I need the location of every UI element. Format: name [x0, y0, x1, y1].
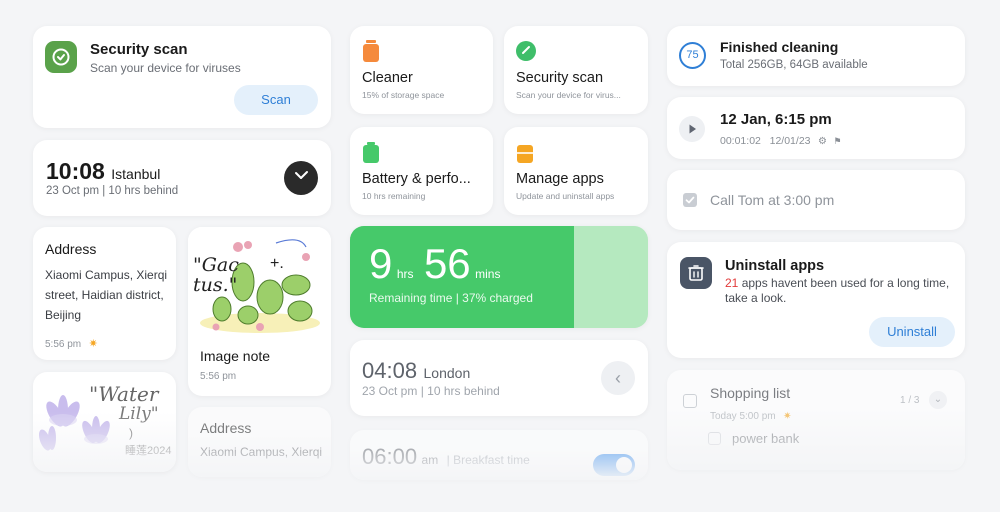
clock-city: Istanbul: [111, 166, 161, 182]
recording-card[interactable]: 12 Jan, 6:15 pm 00:01:02 12/01/23 ⚙ ⚑: [667, 97, 965, 159]
clock-time: 10:08: [46, 158, 105, 184]
shopping-meta-row: Today 5:00 pm ✷: [710, 406, 791, 424]
security-scan-title: Security scan: [90, 41, 188, 58]
app-box-icon: [517, 145, 533, 163]
uninstall-count: 21: [725, 276, 739, 290]
address-time-row: 5:56 pm ✷: [45, 334, 98, 352]
chevron-down-icon[interactable]: ⌄: [929, 391, 947, 409]
cleaner-tile[interactable]: Cleaner 15% of storage space: [350, 26, 493, 114]
water-lily-line-4: 睡莲2024: [125, 445, 172, 457]
water-lily-line-1: "Water: [89, 382, 159, 406]
play-icon[interactable]: [679, 116, 705, 142]
world-clock-london-card[interactable]: 04:08 London 23 Oct pm | 10 hrs behind ‹: [350, 340, 648, 416]
scan-button[interactable]: Scan: [234, 85, 318, 115]
cleaning-title: Finished cleaning: [720, 39, 839, 55]
todo-text: Call Tom at 3:00 pm: [710, 192, 835, 208]
shopping-item-checkbox[interactable]: [708, 432, 721, 445]
address-2-body: Xiaomi Campus, Xierqi: [200, 445, 323, 459]
cactus-sketch: "Gac tus." +.: [188, 227, 331, 335]
security-scan-tile[interactable]: Security scan Scan your device for virus…: [504, 26, 648, 114]
shield-check-icon: [516, 41, 536, 61]
security-tile-subtitle: Scan your device for virus...: [516, 90, 621, 100]
shopping-item-text: power bank: [732, 431, 800, 446]
shopping-meta: Today 5:00 pm: [710, 411, 776, 422]
uninstall-apps-card[interactable]: Uninstall apps 21 apps havent been used …: [667, 242, 965, 358]
address-note-card[interactable]: Address Xiaomi Campus, Xierqi street, Ha…: [33, 227, 176, 360]
cleaning-score-ring: 75: [679, 42, 706, 69]
cleaner-title: Cleaner: [362, 70, 413, 86]
alarm-toggle[interactable]: [593, 454, 635, 476]
address-2-heading: Address: [200, 420, 252, 436]
clock-time-row: 10:08 Istanbul: [46, 158, 160, 185]
trash-icon: [363, 40, 379, 62]
uninstall-description: 21 apps havent been used for a long time…: [725, 276, 955, 306]
manage-apps-title: Manage apps: [516, 171, 604, 187]
analog-clock-icon: [284, 161, 318, 195]
cleaner-subtitle: 15% of storage space: [362, 90, 445, 100]
battery-remaining-widget[interactable]: 9 hrs 56 mins Remaining time | 37% charg…: [350, 226, 648, 328]
recording-meta: 00:01:02 12/01/23: [720, 135, 811, 147]
uninstall-button[interactable]: Uninstall: [869, 317, 955, 347]
shopping-checkbox[interactable]: [683, 394, 697, 408]
sun-icon: ✷: [783, 411, 792, 422]
battery-minutes: 56: [423, 240, 471, 287]
address-time: 5:56 pm: [45, 339, 82, 350]
battery-performance-tile[interactable]: Battery & perfo... 10 hrs remaining: [350, 127, 493, 215]
water-lily-line-3: ): [129, 426, 133, 440]
image-note-time: 5:56 pm: [200, 371, 237, 382]
trash-bin-icon: [680, 257, 712, 289]
shopping-title: Shopping list: [710, 385, 791, 401]
recording-meta-row: 00:01:02 12/01/23 ⚙ ⚑: [720, 131, 841, 149]
london-city: London: [423, 365, 471, 381]
gear-icon: ⚙: [817, 136, 827, 147]
battery-icon: [363, 142, 379, 163]
recording-title: 12 Jan, 6:15 pm: [720, 111, 832, 128]
water-lily-note-card[interactable]: "Water Lily" ) 睡莲2024: [33, 372, 176, 472]
battery-time-row: 9 hrs 56 mins: [369, 240, 500, 288]
image-note-title: Image note: [200, 348, 271, 364]
battery-minutes-unit: mins: [475, 267, 501, 281]
uninstall-text: apps havent been used for a long time, t…: [725, 276, 950, 305]
alarm-time-row: 06:00 am | Breakfast time: [362, 444, 530, 470]
manage-apps-tile[interactable]: Manage apps Update and uninstall apps: [504, 127, 648, 215]
sun-icon: ✷: [88, 338, 98, 350]
battery-tile-title: Battery & perfo...: [362, 171, 471, 187]
flag-icon: ⚑: [833, 136, 842, 146]
alarm-label: | Breakfast time: [446, 453, 530, 467]
address-note-card-2[interactable]: Address Xiaomi Campus, Xierqi: [188, 407, 331, 477]
shopping-counter: 1 / 3: [900, 395, 920, 406]
battery-caption: Remaining time | 37% charged: [369, 291, 533, 305]
battery-hours: 9: [369, 240, 393, 287]
image-note-card[interactable]: "Gac tus." +. Image note 5:56 pm: [188, 227, 331, 396]
alarm-card[interactable]: 06:00 am | Breakfast time: [350, 430, 648, 480]
london-detail: 23 Oct pm | 10 hrs behind: [362, 384, 500, 398]
chevron-left-icon[interactable]: ‹: [601, 361, 635, 395]
world-clock-istanbul-card[interactable]: 10:08 Istanbul 23 Oct pm | 10 hrs behind: [33, 140, 331, 216]
security-tile-title: Security scan: [516, 70, 604, 86]
todo-card[interactable]: Call Tom at 3:00 pm: [667, 170, 965, 230]
clock-detail: 23 Oct pm | 10 hrs behind: [46, 185, 179, 197]
alarm-ampm: am: [421, 453, 439, 467]
checkbox-checked-icon[interactable]: [683, 193, 697, 207]
security-scan-subtitle: Scan your device for viruses: [90, 61, 241, 75]
cleaning-subtitle: Total 256GB, 64GB available: [720, 59, 868, 71]
uninstall-title: Uninstall apps: [725, 258, 825, 274]
sketch-handwriting: "Gac tus.": [193, 254, 239, 296]
manage-apps-subtitle: Update and uninstall apps: [516, 191, 615, 201]
sketch-mark: +.: [270, 255, 284, 272]
london-time-row: 04:08 London: [362, 358, 470, 384]
battery-hours-unit: hrs: [396, 267, 414, 281]
alarm-time: 06:00: [362, 444, 418, 469]
water-lily-line-2: Lily": [119, 404, 159, 424]
shield-check-icon: [45, 41, 77, 73]
address-heading: Address: [45, 241, 97, 257]
finished-cleaning-card[interactable]: 75 Finished cleaning Total 256GB, 64GB a…: [667, 26, 965, 86]
security-scan-card[interactable]: Security scan Scan your device for virus…: [33, 26, 331, 128]
london-time: 04:08: [362, 358, 418, 383]
address-body: Xiaomi Campus, Xierqi street, Haidian di…: [45, 268, 168, 322]
battery-tile-subtitle: 10 hrs remaining: [362, 191, 426, 201]
shopping-list-card[interactable]: Shopping list Today 5:00 pm ✷ 1 / 3 ⌄ po…: [667, 370, 965, 470]
